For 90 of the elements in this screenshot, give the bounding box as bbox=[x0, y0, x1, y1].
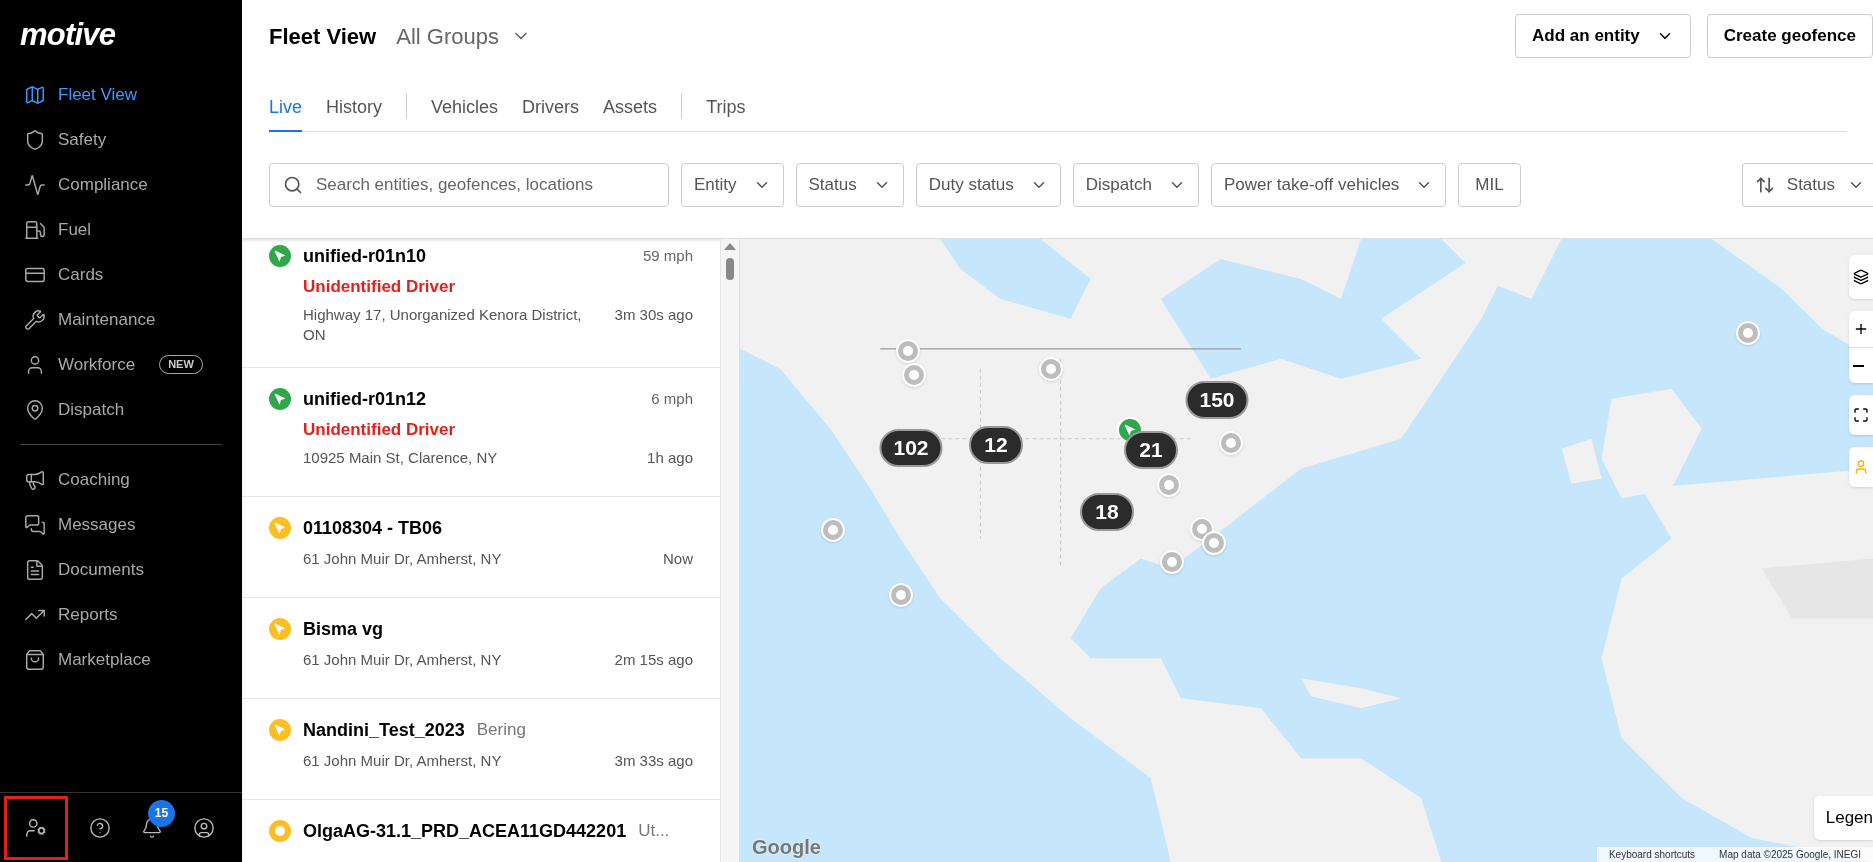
sort-dropdown[interactable]: Status bbox=[1741, 163, 1873, 207]
header-button[interactable]: Add an entity bbox=[1515, 14, 1691, 58]
nav-item[interactable]: Documents bbox=[20, 547, 222, 592]
nav-item[interactable]: Compliance bbox=[0, 162, 242, 207]
vehicle-address: Highway 17, Unorganized Kenora District, ON bbox=[303, 305, 583, 345]
search-field[interactable]: Search entities, geofences, locations bbox=[269, 163, 669, 207]
filter-toggle[interactable]: MIL bbox=[1458, 163, 1521, 207]
vehicle-address: 61 John Muir Dr, Amherst, NY bbox=[303, 650, 503, 670]
plus-icon bbox=[1853, 321, 1869, 337]
update-time: 2m 15s ago bbox=[614, 650, 693, 670]
vehicle-address: 61 John Muir Dr, Amherst, NY bbox=[303, 549, 503, 569]
layers-icon bbox=[1853, 269, 1869, 285]
vehicle-name: unified-r01n10 bbox=[303, 244, 427, 268]
filter-dropdown[interactable]: Status bbox=[795, 163, 904, 207]
tab[interactable]: Vehicles bbox=[431, 94, 499, 132]
vehicle-name: Bisma vg bbox=[303, 617, 384, 641]
nav-icon bbox=[24, 83, 46, 106]
header-button[interactable]: Create geofence bbox=[1706, 14, 1873, 58]
nav-icon bbox=[24, 128, 46, 151]
vehicle-tag: Ut... bbox=[638, 818, 670, 844]
filter-dropdown[interactable]: Power take-off vehicles bbox=[1210, 163, 1447, 207]
user-gear-icon bbox=[25, 816, 47, 839]
vehicle-speed: 59 mph bbox=[642, 245, 693, 266]
nav-item[interactable]: Reports bbox=[20, 592, 222, 637]
user-settings-button[interactable] bbox=[4, 795, 68, 860]
arrow-glyph-icon bbox=[274, 522, 286, 534]
map-attribution: Map data ©2025 Google, INEGI bbox=[1718, 848, 1862, 862]
vehicle-name: 01108304 - TB06 bbox=[303, 516, 443, 540]
street-view-button[interactable] bbox=[1849, 447, 1873, 487]
vehicle-address: 10925 Main St, Clarence, NY bbox=[303, 448, 499, 468]
vehicle-name: Nandini_Test_2023 bbox=[303, 718, 465, 742]
update-time: 3m 30s ago bbox=[614, 305, 693, 325]
nav-item[interactable]: Coaching bbox=[20, 457, 222, 502]
arrow-glyph-icon bbox=[1124, 424, 1136, 436]
nav-item[interactable]: Fuel bbox=[0, 207, 242, 252]
nav-icon bbox=[24, 468, 46, 491]
nav-item[interactable]: Safety bbox=[0, 117, 242, 162]
nav-icon bbox=[24, 513, 46, 536]
filter-dropdown[interactable]: Entity bbox=[681, 163, 784, 207]
nav-item[interactable]: Maintenance bbox=[0, 297, 242, 342]
vehicle-name: unified-r01n12 bbox=[303, 387, 427, 411]
filter-dropdown[interactable]: Duty status bbox=[915, 163, 1061, 207]
vehicle-tag: Bering bbox=[476, 717, 526, 743]
group-selector[interactable]: All Groups bbox=[396, 19, 531, 53]
nav-icon bbox=[24, 558, 46, 581]
tab[interactable]: Assets bbox=[603, 94, 658, 132]
tab[interactable]: Live bbox=[269, 94, 303, 132]
nav-item[interactable]: Workforce NEW bbox=[0, 342, 242, 387]
tab[interactable]: History bbox=[326, 94, 383, 132]
nav-item[interactable]: Dispatch bbox=[0, 387, 242, 432]
vehicle-name: OlgaAG-31.1_PRD_ACEA11GD442201 bbox=[303, 819, 627, 843]
tab[interactable]: Trips bbox=[706, 94, 746, 132]
sort-arrows-icon bbox=[1754, 175, 1775, 195]
arrow-glyph-icon bbox=[274, 250, 286, 262]
update-time: Now bbox=[663, 549, 693, 569]
help-icon bbox=[89, 816, 111, 839]
filter-dropdown[interactable]: Dispatch bbox=[1072, 163, 1199, 207]
fullscreen-icon bbox=[1853, 407, 1869, 423]
driver-name: Unidentified Driver bbox=[302, 419, 457, 441]
nav-item[interactable]: Messages bbox=[20, 502, 222, 547]
scrollbar[interactable] bbox=[720, 239, 739, 862]
layers-button[interactable] bbox=[1849, 255, 1873, 299]
logo: motive bbox=[19, 16, 117, 54]
nav-icon bbox=[24, 308, 46, 331]
tab[interactable]: Drivers bbox=[522, 94, 580, 132]
vehicle-address: 61 John Muir Dr, Amherst, NY bbox=[303, 751, 503, 771]
search-icon bbox=[283, 175, 303, 195]
update-time: 1h ago bbox=[647, 448, 693, 468]
arrow-glyph-icon bbox=[274, 393, 286, 405]
person-icon bbox=[1853, 459, 1869, 475]
arrow-glyph-icon bbox=[274, 724, 286, 736]
driver-name: Unidentified Driver bbox=[302, 276, 457, 298]
nav-item[interactable]: Fleet View bbox=[0, 72, 242, 117]
minus-icon bbox=[1853, 364, 1864, 367]
nav-icon bbox=[24, 218, 46, 241]
fullscreen-button[interactable] bbox=[1849, 395, 1873, 435]
page-title: Fleet View bbox=[269, 22, 377, 51]
update-time: 3m 33s ago bbox=[614, 751, 693, 771]
map-attribution[interactable]: Keyboard shortcuts bbox=[1596, 847, 1708, 862]
nav-item[interactable]: Marketplace bbox=[20, 637, 222, 682]
nav-icon bbox=[24, 398, 46, 421]
notification-count: 15 bbox=[148, 799, 175, 827]
user-circle-icon bbox=[193, 816, 215, 839]
arrow-glyph-icon bbox=[274, 623, 286, 635]
nav-icon bbox=[24, 173, 46, 196]
map-logo: Google bbox=[752, 835, 821, 860]
vehicle-speed: 6 mph bbox=[651, 388, 693, 409]
legend-button[interactable]: Legen bbox=[1813, 796, 1873, 840]
nav-icon bbox=[24, 648, 46, 671]
nav-item[interactable]: Cards bbox=[0, 252, 242, 297]
